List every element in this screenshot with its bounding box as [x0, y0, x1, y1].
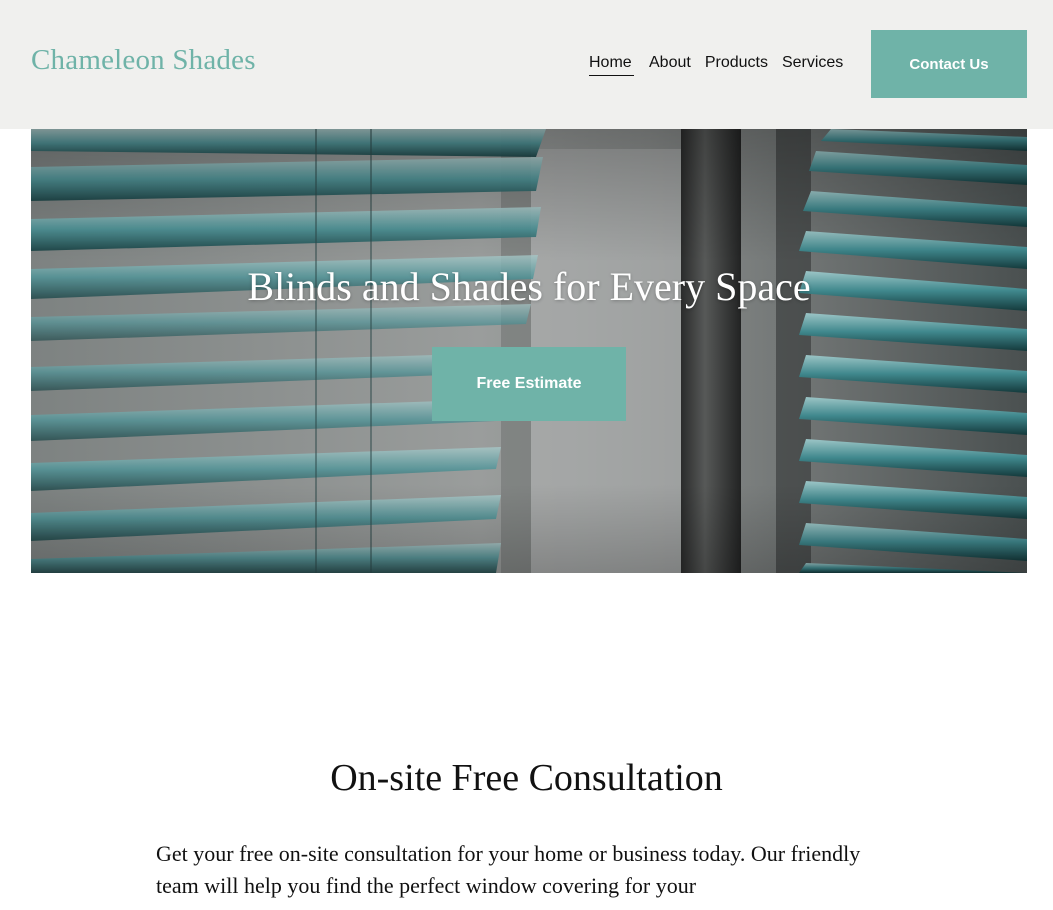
hero-banner: Blinds and Shades for Every Space Free E… — [31, 129, 1027, 573]
contact-us-button[interactable]: Contact Us — [871, 30, 1027, 98]
free-estimate-button[interactable]: Free Estimate — [432, 347, 626, 421]
nav-home-link[interactable]: Home — [589, 54, 634, 76]
consultation-title: On-site Free Consultation — [330, 757, 723, 799]
nav-services-link[interactable]: Services — [782, 54, 843, 76]
site-logo[interactable]: Chameleon Shades — [31, 44, 256, 77]
main-nav: Home About Products Services — [589, 54, 843, 76]
nav-about-link[interactable]: About — [649, 54, 691, 76]
consultation-text: Get your free on-site consultation for y… — [156, 841, 861, 898]
nav-products-link[interactable]: Products — [705, 54, 768, 76]
site-header: Chameleon Shades Home About Products Ser… — [0, 0, 1053, 129]
hero-title: Blinds and Shades for Every Space — [247, 264, 811, 309]
